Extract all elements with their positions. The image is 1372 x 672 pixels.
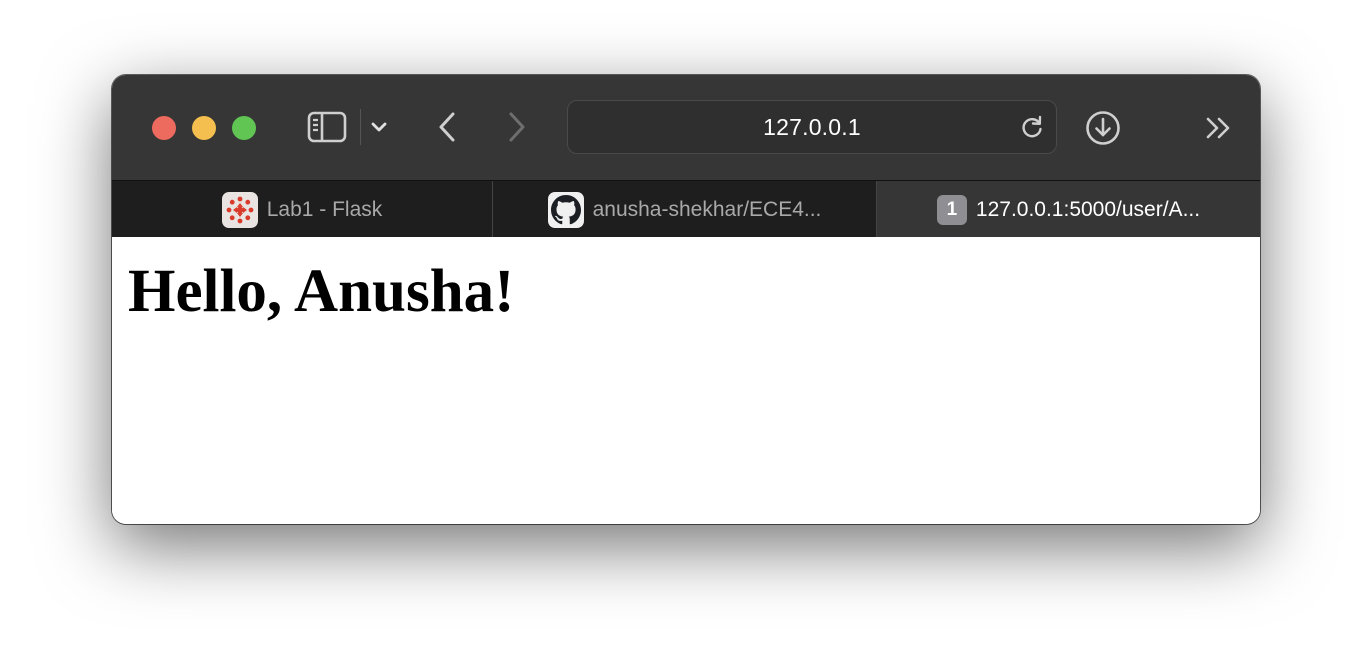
canvas-logo-icon: [221, 191, 258, 228]
reload-icon: [1022, 115, 1042, 138]
download-icon: [1086, 111, 1120, 145]
downloads-button[interactable]: [1084, 109, 1122, 147]
minimize-window-button[interactable]: [192, 116, 216, 140]
address-text: 127.0.0.1: [763, 113, 861, 140]
double-chevron-right-icon: [1206, 117, 1230, 139]
more-toolbar-items-button[interactable]: [1204, 113, 1234, 143]
chevron-left-icon: [439, 112, 455, 142]
tab-lab1-flask[interactable]: Lab1 - Flask: [112, 181, 493, 238]
tab-github-repo[interactable]: anusha-shekhar/ECE4...: [493, 181, 877, 238]
tab-label: Lab1 - Flask: [266, 197, 383, 221]
sidebar-toggle-button[interactable]: [306, 110, 348, 144]
back-button[interactable]: [434, 111, 460, 143]
browser-toolbar: 127.0.0.1: [112, 75, 1260, 180]
address-bar[interactable]: 127.0.0.1: [567, 100, 1057, 154]
forward-button[interactable]: [504, 111, 530, 143]
page-content: Hello, Anusha!: [112, 237, 1260, 524]
number-badge-icon: 1: [936, 194, 967, 225]
toolbar-divider: [360, 109, 361, 145]
tab-label: 127.0.0.1:5000/user/A...: [975, 197, 1201, 221]
reload-button[interactable]: [1018, 113, 1046, 141]
tab-local-user-page[interactable]: 1 127.0.0.1:5000/user/A...: [877, 181, 1260, 238]
chevron-down-icon: [371, 122, 387, 132]
tab-bar: Lab1 - Flask anusha-shekhar/ECE4... 1 12…: [112, 180, 1260, 238]
github-icon: [547, 191, 584, 228]
zoom-window-button[interactable]: [232, 116, 256, 140]
tab-label: anusha-shekhar/ECE4...: [592, 197, 822, 221]
chevron-right-icon: [509, 112, 525, 142]
close-window-button[interactable]: [152, 116, 176, 140]
sidebar-icon: [307, 111, 347, 143]
sidebar-menu-button[interactable]: [368, 115, 390, 139]
browser-window: 127.0.0.1 Lab1 - Flask anusha-shekhar/EC…: [112, 75, 1260, 524]
page-heading: Hello, Anusha!: [128, 258, 515, 325]
